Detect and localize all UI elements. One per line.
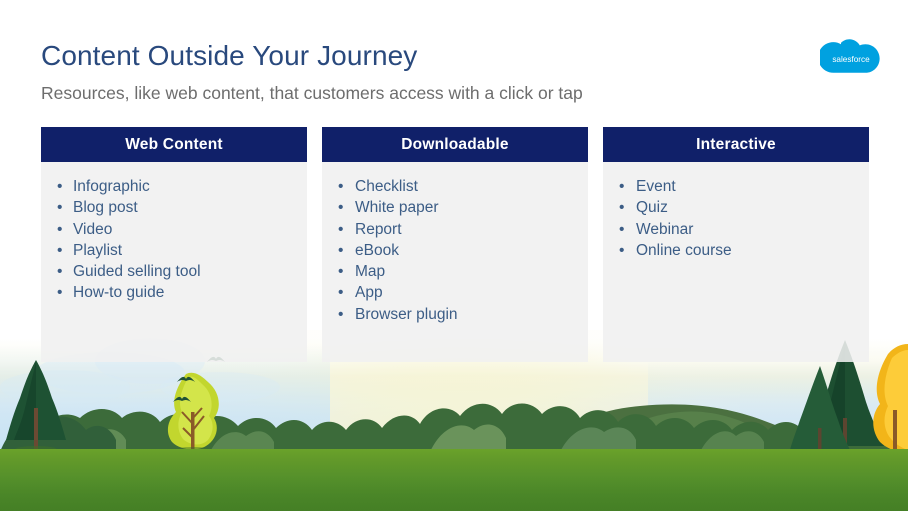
list-item: • Webinar bbox=[603, 219, 869, 240]
bullet-icon: • bbox=[57, 199, 63, 217]
bullet-icon: • bbox=[619, 220, 625, 238]
list-item-label: Report bbox=[355, 220, 402, 238]
bullet-icon: • bbox=[338, 305, 344, 323]
list-item: • App bbox=[322, 282, 588, 303]
list-item-label: White paper bbox=[355, 199, 439, 217]
list-item: • Checklist bbox=[322, 176, 588, 197]
list-item: • White paper bbox=[322, 197, 588, 218]
card-header-label: Downloadable bbox=[401, 135, 509, 153]
bullet-icon: • bbox=[619, 178, 625, 195]
bullet-icon: • bbox=[57, 263, 63, 281]
list-item-label: Event bbox=[636, 178, 676, 195]
bullet-icon: • bbox=[338, 263, 344, 281]
card-header-label: Interactive bbox=[696, 135, 776, 153]
list-item-label: Map bbox=[355, 263, 386, 281]
card-downloadable: Downloadable • Checklist • White paper • Re… bbox=[322, 127, 588, 362]
list-item-label: Guided selling tool bbox=[73, 263, 201, 281]
list-item-label: eBook bbox=[355, 241, 399, 259]
card-header-web-content: Web Content bbox=[41, 127, 307, 162]
card-web-content: Web Content • Infographic • Blog post • Vid… bbox=[41, 127, 307, 362]
bullet-icon: • bbox=[619, 199, 625, 217]
bullet-icon: • bbox=[619, 241, 625, 259]
slide-canvas: Content Outside Your Journey Resources, … bbox=[0, 0, 908, 511]
list-item-label: Browser plugin bbox=[355, 305, 458, 323]
list-item-label: Checklist bbox=[355, 178, 418, 195]
list-item: • Map bbox=[322, 261, 588, 282]
list-item: • eBook bbox=[322, 240, 588, 261]
list-item: • Event bbox=[603, 176, 869, 197]
list-item: • Video bbox=[41, 219, 307, 240]
list-item: • Playlist bbox=[41, 240, 307, 261]
list-item: • How-to guide bbox=[41, 282, 307, 303]
list-item: • Online course bbox=[603, 240, 869, 261]
list-item-label: Online course bbox=[636, 241, 732, 259]
list-item-label: Webinar bbox=[636, 220, 694, 238]
list-item: • Quiz bbox=[603, 197, 869, 218]
list-item: • Blog post bbox=[41, 197, 307, 218]
list-downloadable: • Checklist • White paper • Report • eBook •… bbox=[322, 176, 588, 325]
list-item: • Infographic bbox=[41, 176, 307, 197]
card-body-downloadable: • Checklist • White paper • Report • eBook •… bbox=[322, 162, 588, 362]
card-header-downloadable: Downloadable bbox=[322, 127, 588, 162]
list-web-content: • Infographic • Blog post • Video • Playlist… bbox=[41, 176, 307, 304]
list-item-label: How-to guide bbox=[73, 284, 165, 302]
bullet-icon: • bbox=[338, 199, 344, 217]
list-item-label: Video bbox=[73, 220, 113, 238]
list-interactive: • Event • Quiz • Webinar • Online course bbox=[603, 176, 869, 261]
list-item-label: Infographic bbox=[73, 178, 150, 195]
bullet-icon: • bbox=[57, 220, 63, 238]
bullet-icon: • bbox=[338, 220, 344, 238]
bullet-icon: • bbox=[338, 241, 344, 259]
list-item-label: Quiz bbox=[636, 199, 668, 217]
bullet-icon: • bbox=[338, 178, 344, 195]
card-interactive: Interactive • Event • Quiz • Webinar • Onlin… bbox=[603, 127, 869, 362]
bullet-icon: • bbox=[57, 284, 63, 302]
card-body-web-content: • Infographic • Blog post • Video • Playlist… bbox=[41, 162, 307, 362]
list-item-label: App bbox=[355, 284, 383, 302]
list-item: • Browser plugin bbox=[322, 304, 588, 325]
content-category-cards: Web Content • Infographic • Blog post • Vid… bbox=[0, 0, 908, 511]
card-header-interactive: Interactive bbox=[603, 127, 869, 162]
card-body-interactive: • Event • Quiz • Webinar • Online course bbox=[603, 162, 869, 362]
bullet-icon: • bbox=[57, 241, 63, 259]
list-item-label: Blog post bbox=[73, 199, 138, 217]
card-header-label: Web Content bbox=[125, 135, 223, 153]
list-item-label: Playlist bbox=[73, 241, 123, 259]
bullet-icon: • bbox=[338, 284, 344, 302]
list-item: • Report bbox=[322, 219, 588, 240]
list-item: • Guided selling tool bbox=[41, 261, 307, 282]
bullet-icon: • bbox=[57, 178, 63, 195]
